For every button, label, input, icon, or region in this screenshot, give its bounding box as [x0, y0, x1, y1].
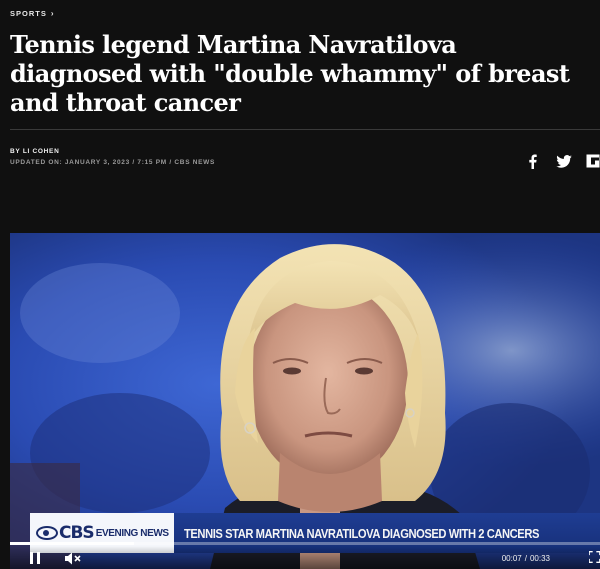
flipboard-icon[interactable] — [586, 152, 600, 170]
chevron-right-icon: › — [50, 9, 55, 18]
page-title: Tennis legend Martina Navratilova diagno… — [10, 30, 570, 117]
facebook-icon[interactable] — [525, 152, 539, 170]
divider — [10, 129, 600, 130]
time-display: 00:07 / 00:33 — [502, 554, 550, 563]
lower-third-headline: TENNIS STAR MARTINA NAVRATILOVA DIAGNOSE… — [184, 525, 540, 541]
cbs-eye-icon — [36, 526, 58, 540]
pause-icon[interactable] — [28, 551, 42, 565]
progress-bar[interactable] — [10, 542, 600, 545]
video-player[interactable]: CBS EVENING NEWS TENNIS STAR MARTINA NAV… — [10, 233, 600, 569]
breadcrumb[interactable]: SPORTS › — [10, 9, 55, 18]
mute-icon[interactable] — [64, 550, 82, 566]
byline[interactable]: BY LI COHEN — [10, 148, 59, 155]
time-separator: / — [524, 554, 527, 563]
breadcrumb-section[interactable]: SPORTS — [10, 9, 47, 18]
fullscreen-icon[interactable] — [589, 551, 600, 563]
current-time: 00:07 — [501, 554, 522, 563]
logo-network: CBS — [59, 523, 95, 543]
dateline: UPDATED ON: JANUARY 3, 2023 / 7:15 PM / … — [10, 159, 216, 166]
logo-show: EVENING NEWS — [95, 527, 169, 539]
duration: 00:33 — [529, 554, 550, 563]
video-controls: 00:07 / 00:33 — [10, 546, 600, 569]
twitter-icon[interactable] — [555, 152, 573, 170]
article: SPORTS › Tennis legend Martina Navratilo… — [0, 0, 600, 569]
progress-fill — [10, 542, 134, 545]
